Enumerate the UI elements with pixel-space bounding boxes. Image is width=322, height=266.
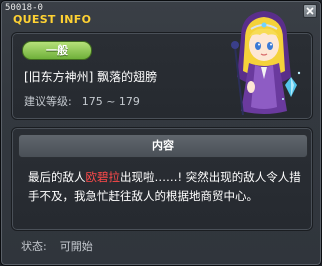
status-label: 状态: <box>21 240 47 253</box>
enemy-name-highlight: 欧碧拉 <box>85 170 121 184</box>
npc-portrait <box>231 11 301 116</box>
close-icon <box>306 7 314 15</box>
quest-name: [旧东方神州] 飘落的翅膀 <box>24 70 158 84</box>
status-value: 可開始 <box>59 240 93 253</box>
quest-status: 状态: 可開始 <box>21 238 93 254</box>
recommended-level: 建议等级: 175 ~ 179 <box>24 93 140 109</box>
description-text-before: 最后的敌人 <box>28 170 86 184</box>
quest-info-window: 50018-0 QUEST INFO 一般 [旧东方神州] 飘落的翅膀 建议等级… <box>0 0 322 266</box>
window-title: QUEST INFO <box>13 13 92 26</box>
quest-id: 50018-0 <box>5 3 43 13</box>
level-label: 建议等级: <box>24 95 72 108</box>
level-range: 175 ~ 179 <box>81 95 140 108</box>
description-text: 最后的敌人欧碧拉出现啦……! 突然出现的敌人令人措手不及，我急忙赶往敌人的根据地… <box>28 168 302 206</box>
description-header: 内容 <box>18 134 308 158</box>
quest-category-badge: 一般 <box>22 41 92 60</box>
quest-description-panel: 内容 最后的敌人欧碧拉出现啦……! 突然出现的敌人令人措手不及，我急忙赶往敌人的… <box>11 127 313 231</box>
